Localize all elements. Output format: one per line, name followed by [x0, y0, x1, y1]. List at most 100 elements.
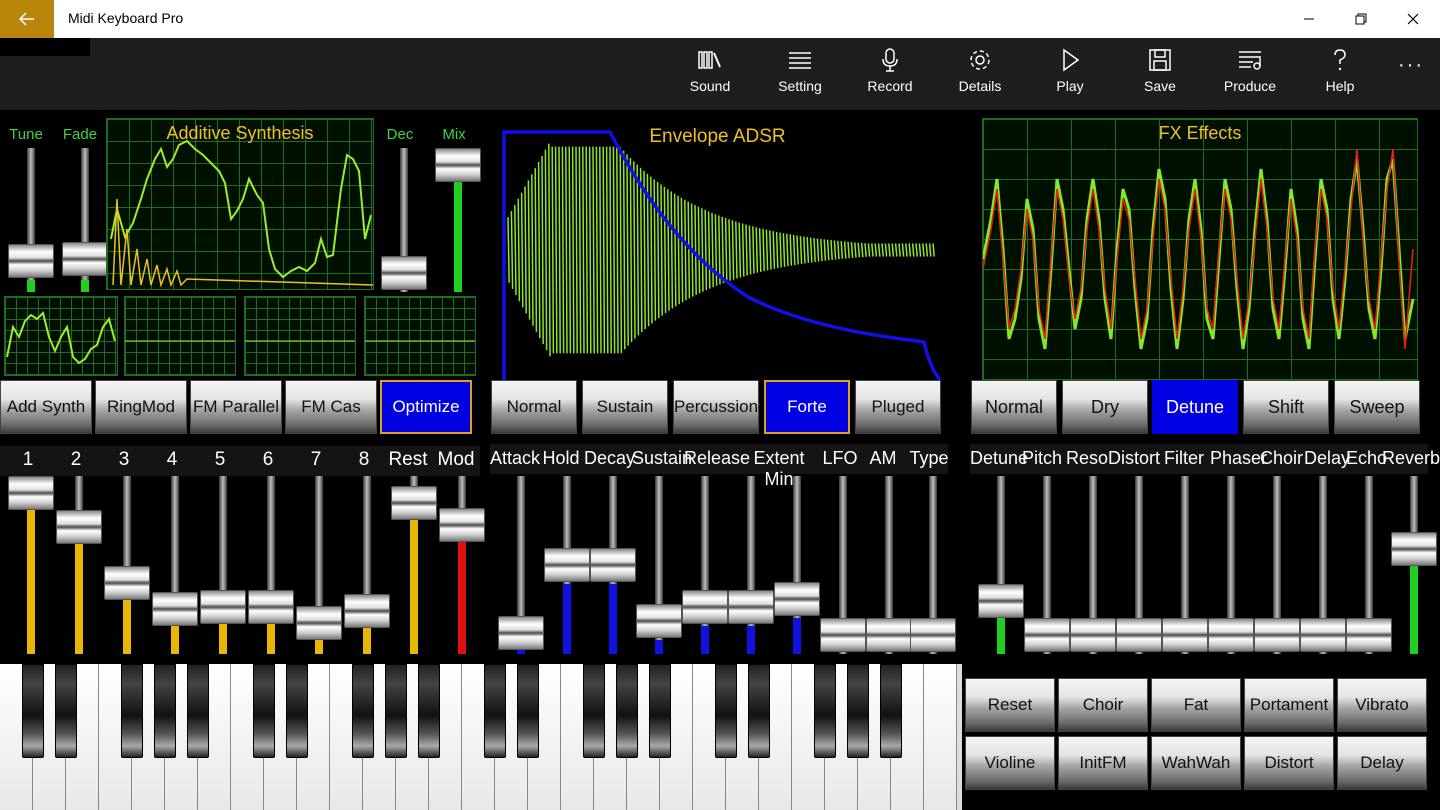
produce-button[interactable]: Produce: [1210, 48, 1290, 104]
preset-reset-button[interactable]: Reset: [965, 678, 1055, 732]
mod-slider[interactable]: [439, 476, 485, 654]
fx-distort-slider[interactable]: [1116, 476, 1162, 654]
fx-pitch-slider[interactable]: [1024, 476, 1070, 654]
black-key[interactable]: [847, 664, 869, 758]
slider-thumb[interactable]: [296, 606, 342, 640]
mix-slider[interactable]: [435, 148, 481, 292]
env-forte-button[interactable]: Forte: [764, 380, 850, 434]
slider-thumb[interactable]: [439, 508, 485, 542]
env-normal-button[interactable]: Normal: [491, 380, 577, 434]
slider-thumb[interactable]: [56, 510, 102, 544]
slider-thumb[interactable]: [1300, 618, 1346, 652]
preset-distort-button[interactable]: Distort: [1244, 736, 1334, 790]
slider-thumb[interactable]: [866, 618, 912, 652]
slider-thumb[interactable]: [682, 590, 728, 624]
save-button[interactable]: Save: [1120, 48, 1200, 104]
restore-button[interactable]: [1338, 0, 1384, 38]
fx-detune-slider[interactable]: [978, 476, 1024, 654]
harmonic-8-slider[interactable]: [344, 476, 390, 654]
harmonic-7-slider[interactable]: [296, 476, 342, 654]
env-percussion-button[interactable]: Percussion: [673, 380, 759, 434]
slider-thumb[interactable]: [435, 148, 481, 182]
mode-fm-cas-button[interactable]: FM Cas: [285, 380, 377, 434]
fx-echo-slider[interactable]: [1346, 476, 1392, 654]
setting-button[interactable]: Setting: [760, 48, 840, 104]
harmonic-6-slider[interactable]: [248, 476, 294, 654]
slider-thumb[interactable]: [1208, 618, 1254, 652]
sustain-slider[interactable]: [636, 476, 682, 654]
black-key[interactable]: [418, 664, 440, 758]
slider-thumb[interactable]: [978, 584, 1024, 618]
slider-thumb[interactable]: [1070, 618, 1116, 652]
slider-thumb[interactable]: [590, 548, 636, 582]
black-key[interactable]: [385, 664, 407, 758]
play-button[interactable]: Play: [1030, 48, 1110, 104]
mode-optimize-button[interactable]: Optimize: [380, 380, 472, 434]
slider-thumb[interactable]: [8, 244, 54, 278]
record-button[interactable]: Record: [850, 48, 930, 104]
mode-ringmod-button[interactable]: RingMod: [95, 380, 187, 434]
fx-delay-slider[interactable]: [1300, 476, 1346, 654]
black-key[interactable]: [253, 664, 275, 758]
rest-slider[interactable]: [391, 476, 437, 654]
harmonic-2-slider[interactable]: [56, 476, 102, 654]
am-slider[interactable]: [866, 476, 912, 654]
slider-thumb[interactable]: [152, 592, 198, 626]
help-button[interactable]: Help: [1300, 48, 1380, 104]
preset-wahwah-button[interactable]: WahWah: [1151, 736, 1241, 790]
harmonic-5-slider[interactable]: [200, 476, 246, 654]
fx-shift-button[interactable]: Shift: [1243, 380, 1329, 434]
hold-slider[interactable]: [544, 476, 590, 654]
black-key[interactable]: [880, 664, 902, 758]
dec-slider[interactable]: [381, 148, 427, 292]
slider-thumb[interactable]: [1254, 618, 1300, 652]
preset-fat-button[interactable]: Fat: [1151, 678, 1241, 732]
sound-button[interactable]: Sound: [670, 48, 750, 104]
slider-thumb[interactable]: [62, 242, 108, 276]
preset-vibrato-button[interactable]: Vibrato: [1337, 678, 1427, 732]
slider-thumb[interactable]: [728, 590, 774, 624]
slider-thumb[interactable]: [910, 618, 956, 652]
details-button[interactable]: Details: [940, 48, 1020, 104]
black-key[interactable]: [814, 664, 836, 758]
preset-portament-button[interactable]: Portament: [1244, 678, 1334, 732]
fx-phaser-slider[interactable]: [1208, 476, 1254, 654]
fx-filter-slider[interactable]: [1162, 476, 1208, 654]
slider-thumb[interactable]: [381, 256, 427, 290]
slider-thumb[interactable]: [774, 582, 820, 616]
preset-delay-button[interactable]: Delay: [1337, 736, 1427, 790]
slider-thumb[interactable]: [820, 618, 866, 652]
slider-thumb[interactable]: [8, 476, 54, 510]
black-key[interactable]: [583, 664, 605, 758]
type-slider[interactable]: [910, 476, 956, 654]
slider-thumb[interactable]: [1162, 618, 1208, 652]
env-sustain-button[interactable]: Sustain: [582, 380, 668, 434]
tune-slider[interactable]: [8, 148, 54, 292]
black-key[interactable]: [649, 664, 671, 758]
black-key[interactable]: [748, 664, 770, 758]
slider-thumb[interactable]: [1391, 532, 1437, 566]
preset-violine-button[interactable]: Violine: [965, 736, 1055, 790]
fx-normal-button[interactable]: Normal: [971, 380, 1057, 434]
slider-thumb[interactable]: [636, 604, 682, 638]
env-pluged-button[interactable]: Pluged: [855, 380, 941, 434]
lfo-slider[interactable]: [820, 476, 866, 654]
fx-sweep-button[interactable]: Sweep: [1334, 380, 1420, 434]
fx-reverb-slider[interactable]: [1391, 476, 1437, 654]
black-key[interactable]: [154, 664, 176, 758]
harmonic-1-slider[interactable]: [8, 476, 54, 654]
slider-thumb[interactable]: [200, 590, 246, 624]
min-slider[interactable]: [774, 476, 820, 654]
fx-choir-slider[interactable]: [1254, 476, 1300, 654]
harmonic-4-slider[interactable]: [152, 476, 198, 654]
extent-slider[interactable]: [728, 476, 774, 654]
black-key[interactable]: [517, 664, 539, 758]
black-key[interactable]: [715, 664, 737, 758]
slider-thumb[interactable]: [1116, 618, 1162, 652]
fx-detune-button[interactable]: Detune: [1152, 380, 1238, 434]
slider-thumb[interactable]: [104, 566, 150, 600]
black-key[interactable]: [286, 664, 308, 758]
fade-slider[interactable]: [62, 148, 108, 292]
back-button[interactable]: [0, 0, 54, 38]
slider-thumb[interactable]: [544, 548, 590, 582]
